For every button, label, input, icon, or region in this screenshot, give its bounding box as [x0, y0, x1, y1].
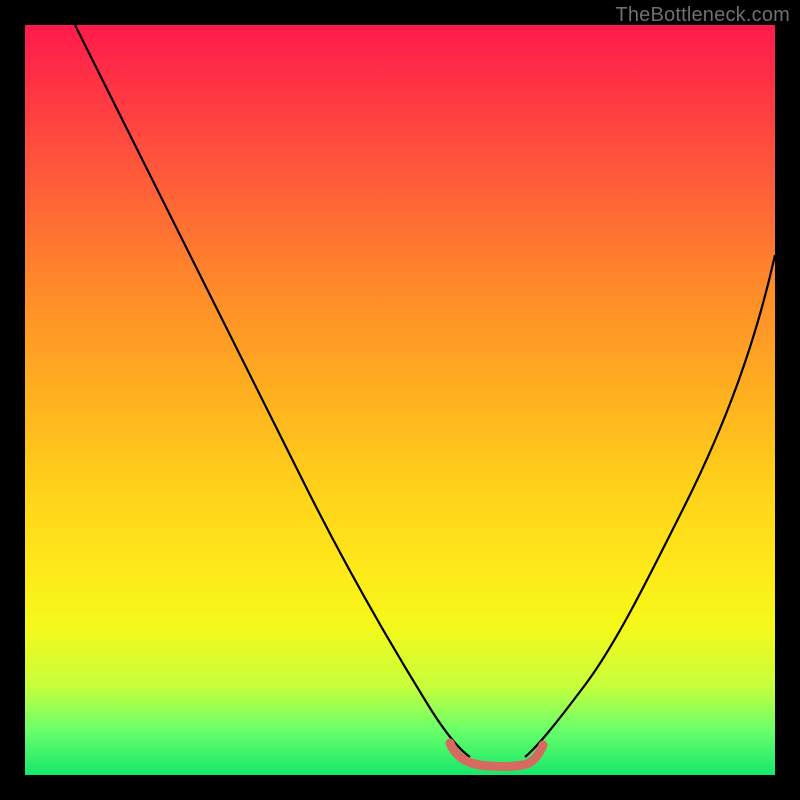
right-curve [525, 255, 775, 757]
chart-plot-area [25, 25, 775, 775]
watermark-text: TheBottleneck.com [615, 4, 790, 27]
chart-svg [25, 25, 775, 775]
left-curve [75, 25, 470, 757]
chart-frame: TheBottleneck.com [0, 0, 800, 800]
